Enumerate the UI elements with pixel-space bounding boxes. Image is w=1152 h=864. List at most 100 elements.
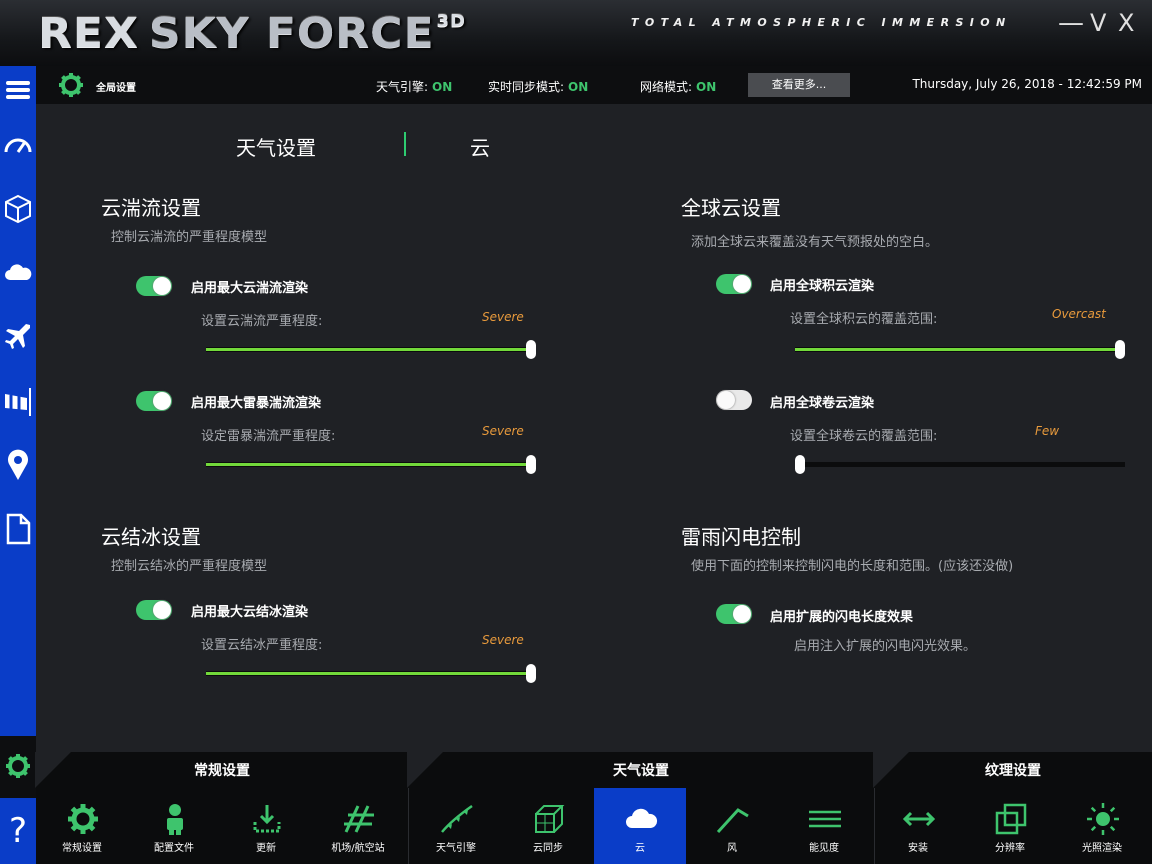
close-button[interactable]: X bbox=[1118, 10, 1134, 36]
slider-fill bbox=[206, 672, 536, 675]
weather-engine-icon bbox=[441, 804, 473, 833]
restore-button[interactable]: V bbox=[1090, 10, 1106, 36]
download-icon bbox=[253, 805, 281, 833]
thunderstorm-turbulence-value: Severe bbox=[482, 424, 524, 438]
btn-label: 云同步 bbox=[533, 843, 563, 854]
bottom-button-row: 常规设置 配置文件 更新 机场/航空站 天气引擎 云同步 云 风 能见度 安装 … bbox=[36, 788, 1152, 864]
btn-resolution[interactable]: 分辨率 bbox=[964, 788, 1056, 864]
toggle-knob bbox=[733, 275, 751, 293]
user-icon bbox=[167, 804, 183, 835]
slider-thumb[interactable] bbox=[526, 340, 536, 359]
toggle-knob bbox=[717, 391, 735, 409]
cloud-icing-slider[interactable] bbox=[206, 664, 536, 683]
btn-profiles[interactable]: 配置文件 bbox=[128, 788, 220, 864]
btn-install[interactable]: 安装 bbox=[872, 788, 964, 864]
wind-icon bbox=[716, 808, 749, 834]
gauge-icon[interactable] bbox=[3, 128, 33, 162]
btn-cloud-sync[interactable]: 云同步 bbox=[502, 788, 594, 864]
cloud-icon[interactable] bbox=[3, 256, 33, 290]
slider-thumb[interactable] bbox=[526, 664, 536, 683]
app-tagline: TOTAL ATMOSPHERIC IMMERSION bbox=[631, 16, 1012, 29]
btn-weather-engine[interactable]: 天气引擎 bbox=[410, 788, 502, 864]
btn-airports[interactable]: 机场/航空站 bbox=[312, 788, 404, 864]
sun-icon bbox=[1087, 803, 1119, 835]
global-cumulus-slider-label: 设置全球积云的覆盖范围: bbox=[790, 312, 938, 327]
tab-weather-settings[interactable]: 天气设置 bbox=[236, 132, 316, 161]
cube-icon[interactable] bbox=[3, 192, 33, 226]
airplane-icon[interactable] bbox=[3, 320, 33, 354]
btn-label: 风 bbox=[727, 843, 737, 854]
status-bar: 全局设置 天气引擎: ON 实时同步模式: ON 网络模式: ON 查看更多... T… bbox=[36, 66, 1152, 104]
icing-title: 云结冰设置 bbox=[101, 525, 201, 549]
toggle-max-cloud-icing[interactable] bbox=[136, 600, 172, 620]
global-cirrus-label: 启用全球卷云渲染 bbox=[770, 396, 875, 411]
cloud-turbulence-slider-label: 设置云湍流严重程度: bbox=[201, 314, 323, 329]
extended-lightning-note: 启用注入扩展的闪电闪光效果。 bbox=[794, 639, 977, 654]
lightning-title: 雷雨闪电控制 bbox=[681, 525, 801, 549]
btn-visibility[interactable]: 能见度 bbox=[778, 788, 870, 864]
weather-engine-label: 天气引擎: bbox=[376, 80, 429, 94]
category-weather: 天气设置 bbox=[407, 752, 874, 788]
thunderstorm-turbulence-slider[interactable] bbox=[206, 455, 536, 474]
btn-label: 云 bbox=[635, 843, 645, 854]
btn-update[interactable]: 更新 bbox=[220, 788, 312, 864]
document-icon[interactable] bbox=[3, 512, 33, 546]
sidebar-settings[interactable] bbox=[0, 736, 36, 798]
slider-thumb[interactable] bbox=[1115, 340, 1125, 359]
cloud-sync-cube-icon bbox=[535, 805, 565, 833]
toggle-global-cumulus[interactable] bbox=[716, 274, 752, 294]
global-cumulus-slider[interactable] bbox=[795, 340, 1125, 359]
slider-fill bbox=[206, 348, 536, 351]
windsock-icon[interactable] bbox=[3, 384, 33, 418]
map-pin-icon[interactable] bbox=[3, 448, 33, 482]
install-arrows-icon bbox=[902, 811, 936, 827]
cloud-turbulence-slider[interactable] bbox=[206, 340, 536, 359]
global-clouds-title: 全球云设置 bbox=[681, 196, 781, 220]
cloud-icing-value: Severe bbox=[482, 633, 524, 647]
global-cirrus-slider[interactable] bbox=[795, 455, 1125, 474]
help-button[interactable]: ? bbox=[0, 798, 36, 864]
gear-icon[interactable] bbox=[58, 72, 84, 98]
max-cloud-icing-label: 启用最大云结冰渲染 bbox=[191, 605, 309, 620]
weather-engine-status: 天气引擎: ON bbox=[376, 78, 452, 95]
category-general: 常规设置 bbox=[35, 752, 408, 788]
btn-clouds[interactable]: 云 bbox=[594, 788, 686, 864]
weather-engine-value: ON bbox=[432, 80, 453, 94]
minimize-button[interactable]: — bbox=[1058, 10, 1084, 36]
toggle-knob bbox=[153, 601, 171, 619]
status-title: 全局设置 bbox=[96, 83, 136, 94]
bottom-nav: 常规设置 天气设置 纹理设置 常规设置 配置文件 更新 机场/航空站 天气引擎 … bbox=[35, 752, 1152, 864]
network-mode-label: 网络模式: bbox=[640, 80, 693, 94]
toggle-extended-lightning[interactable] bbox=[716, 604, 752, 624]
toggle-max-thunderstorm-turbulence[interactable] bbox=[136, 391, 172, 411]
realtime-sync-value: ON bbox=[568, 80, 589, 94]
title-bar: REX SKY FORCE 3D TOTAL ATMOSPHERIC IMMERSI… bbox=[0, 0, 1152, 66]
toggle-max-cloud-turbulence[interactable] bbox=[136, 276, 172, 296]
toggle-global-cirrus[interactable] bbox=[716, 390, 752, 410]
slider-thumb[interactable] bbox=[526, 455, 536, 474]
realtime-sync-status: 实时同步模式: ON bbox=[488, 78, 588, 95]
slider-thumb[interactable] bbox=[795, 455, 805, 474]
btn-lighting[interactable]: 光照渲染 bbox=[1056, 788, 1148, 864]
tab-clouds[interactable]: 云 bbox=[470, 132, 490, 161]
view-more-button[interactable]: 查看更多... bbox=[748, 73, 850, 97]
left-sidebar bbox=[0, 66, 36, 736]
resolution-icon bbox=[995, 803, 1027, 835]
slider-fill bbox=[206, 463, 536, 466]
divider bbox=[408, 788, 409, 864]
icing-subtitle: 控制云结冰的严重程度模型 bbox=[111, 559, 268, 574]
global-cumulus-label: 启用全球积云渲染 bbox=[770, 279, 875, 294]
btn-label: 更新 bbox=[256, 843, 276, 854]
gear-icon[interactable] bbox=[5, 753, 31, 779]
toggle-knob bbox=[733, 605, 751, 623]
menu-icon[interactable] bbox=[3, 72, 33, 106]
btn-label: 配置文件 bbox=[154, 843, 194, 854]
category-texture: 纹理设置 bbox=[873, 752, 1152, 788]
main-panel: 天气设置 云 云湍流设置 控制云湍流的严重程度模型 启用最大云湍流渲染 设置云湍… bbox=[36, 104, 1152, 752]
turbulence-title: 云湍流设置 bbox=[101, 196, 201, 220]
logo-text-main: REX bbox=[38, 9, 139, 58]
global-clouds-subtitle: 添加全球云来覆盖没有天气预报处的空白。 bbox=[691, 235, 939, 250]
global-cirrus-slider-label: 设置全球卷云的覆盖范围: bbox=[790, 429, 938, 444]
btn-wind[interactable]: 风 bbox=[686, 788, 778, 864]
btn-general-settings[interactable]: 常规设置 bbox=[36, 788, 128, 864]
